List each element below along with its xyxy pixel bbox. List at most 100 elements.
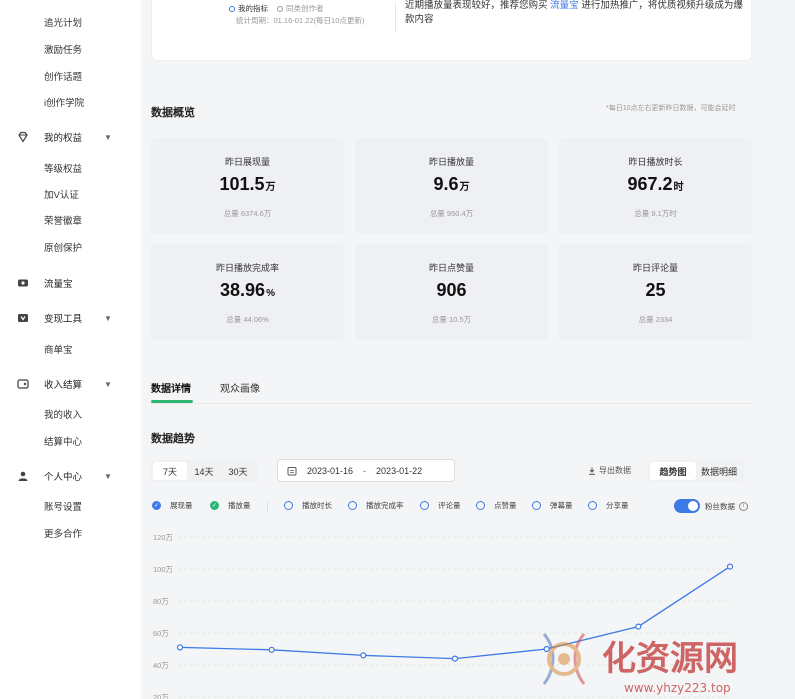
sidebar-item-academy[interactable]: i创作学院: [44, 95, 84, 109]
sidebar-item-topics[interactable]: 创作话题: [44, 69, 82, 83]
option-peer[interactable]: 同类创作者: [277, 3, 324, 14]
metric-card-comments: 昨日评论量 25 总量 2334: [559, 244, 752, 340]
check-icon: ✓: [152, 501, 161, 510]
metric-unit: 时: [673, 182, 684, 193]
metric-card-duration: 昨日播放时长 967.2时 总量 9.1万时: [559, 138, 752, 234]
metric-number: 38.96: [220, 280, 266, 300]
toggle-label: 展现量: [170, 501, 193, 510]
sidebar-item-more[interactable]: 更多合作: [44, 526, 82, 540]
metric-label: 昨日点赞量: [428, 263, 474, 273]
active-tab-indicator: [151, 400, 193, 403]
view-detail-button[interactable]: 数据明细: [696, 462, 742, 480]
caret-down-icon: ▼: [104, 471, 112, 481]
metric-value: 967.2时: [559, 174, 752, 195]
y-tick-label: 80万: [153, 597, 169, 606]
sidebar-item-my-income[interactable]: 我的收入: [44, 407, 82, 421]
metric-total: 总量 10.5万: [431, 315, 472, 324]
sidebar-group-label: 收入结算: [44, 380, 83, 391]
metric-number: 101.5: [219, 174, 265, 194]
sidebar-item-account[interactable]: 账号设置: [44, 499, 82, 513]
sidebar-item-orders[interactable]: 商单宝: [44, 342, 73, 356]
metric-number: 906: [436, 280, 467, 300]
sidebar-group-traffic[interactable]: 流量宝: [16, 276, 73, 290]
toggle-comments[interactable]: 评论量: [420, 500, 461, 511]
sidebar-item-incentive[interactable]: 激励任务: [44, 42, 82, 56]
data-point[interactable]: [176, 644, 184, 651]
toggle-impressions[interactable]: ✓ 展现量: [152, 500, 193, 511]
sidebar-item-badge[interactable]: 荣誉徽章: [44, 213, 82, 227]
export-button[interactable]: 导出数据: [588, 465, 631, 476]
metric-total: 总量 6374.6万: [223, 209, 272, 218]
tab-details[interactable]: 数据详情: [151, 380, 191, 395]
sidebar-item-verify[interactable]: 加V认证: [44, 187, 79, 201]
sidebar-group-income[interactable]: 收入结算 ▼: [16, 377, 112, 391]
tip-text: 近期播放量表现较好，推荐您购买 流量宝 进行加热推广，将优质视频升级成为爆款内容: [405, 0, 745, 27]
trend-title: 数据趋势: [151, 433, 195, 445]
metric-total: 总量 950.4万: [429, 209, 474, 218]
toggle-completion[interactable]: 播放完成率: [348, 500, 404, 511]
date-range-picker[interactable]: 2023-01-16 - 2023-01-22: [277, 459, 455, 482]
option-mine[interactable]: 我的指标: [229, 3, 268, 14]
range-7d-button[interactable]: 7天: [153, 462, 187, 480]
fan-data-toggle: 粉丝数据 i: [674, 499, 748, 513]
wallet-icon: [16, 378, 29, 391]
data-point[interactable]: [726, 563, 734, 570]
calendar-icon: [287, 466, 297, 476]
metric-label: 昨日展现量: [224, 157, 270, 167]
toggle-separator: [267, 501, 268, 511]
sidebar-item-level[interactable]: 等级权益: [44, 161, 82, 175]
caret-down-icon: ▼: [104, 379, 112, 389]
info-icon[interactable]: i: [739, 501, 748, 511]
metric-card-likes: 昨日点赞量 906 总量 10.5万: [355, 244, 548, 340]
view-selector: 趋势图 数据明细: [648, 460, 744, 482]
sidebar-item-original[interactable]: 原创保护: [44, 240, 82, 254]
toggle-plays[interactable]: ✓ 播放量: [210, 500, 251, 511]
sidebar-group-personal[interactable]: 个人中心 ▼: [16, 469, 112, 483]
metric-total: 总量 44.06%: [226, 315, 269, 324]
tab-audience[interactable]: 观众画像: [220, 380, 260, 395]
range-selector: 7天 14天 30天: [151, 460, 257, 482]
metric-value: 101.5万: [151, 174, 344, 195]
sidebar: 追光计划 激励任务 创作话题 i创作学院 我的权益 ▼ 等级权益 加V认证 荣誉…: [0, 0, 141, 699]
range-30d-button[interactable]: 30天: [221, 462, 255, 480]
data-point[interactable]: [268, 646, 275, 653]
circle-icon: [420, 501, 429, 510]
circle-icon: [348, 501, 357, 510]
date-separator: -: [363, 465, 367, 476]
traffic-link[interactable]: 流量宝: [550, 0, 579, 11]
wallet-v-icon: [16, 312, 29, 325]
fan-data-label: 粉丝数据: [705, 501, 735, 511]
toggle-label: 播放量: [228, 501, 251, 510]
metric-label: 昨日播放量: [428, 157, 474, 167]
metric-label: 昨日播放完成率: [215, 263, 279, 273]
toggle-likes[interactable]: 点赞量: [476, 500, 517, 511]
toggle-label: 分享量: [606, 501, 629, 510]
fan-data-switch[interactable]: [674, 499, 700, 513]
export-label: 导出数据: [599, 466, 631, 475]
view-trend-button[interactable]: 趋势图: [650, 462, 696, 480]
ticket-icon: [16, 277, 29, 290]
sidebar-item-settlement[interactable]: 结算中心: [44, 434, 82, 448]
metric-card-plays: 昨日播放量 9.6万 总量 950.4万: [355, 138, 548, 234]
metric-unit: 万: [265, 182, 276, 193]
metric-total: 总量 9.1万时: [634, 209, 677, 218]
sidebar-group-label: 我的权益: [44, 133, 83, 144]
sidebar-group-monetize[interactable]: 变现工具 ▼: [16, 311, 112, 325]
toggle-danmaku[interactable]: 弹幕量: [532, 500, 573, 511]
watermark-url: www.yhzy223.top: [624, 681, 731, 695]
metric-card-completion: 昨日播放完成率 38.96% 总量 44.06%: [151, 244, 344, 340]
date-end: 2023-01-22: [376, 465, 423, 476]
toggle-shares[interactable]: 分享量: [588, 500, 629, 511]
stat-period: 统计周期：01.16-01.22(每日10点更新): [236, 16, 365, 25]
range-14d-button[interactable]: 14天: [187, 462, 221, 480]
data-point[interactable]: [451, 655, 459, 662]
overview-note: *每日10点左右更新昨日数据，可能会延时: [606, 105, 736, 112]
metric-value: 9.6万: [355, 174, 548, 195]
toggle-duration[interactable]: 播放时长: [284, 500, 332, 511]
circle-icon: [476, 501, 485, 510]
metric-unit: 万: [459, 182, 470, 193]
y-tick-label: 60万: [153, 629, 169, 638]
sidebar-group-rights[interactable]: 我的权益 ▼: [16, 130, 112, 144]
sidebar-item-zhuiguang[interactable]: 追光计划: [44, 15, 82, 29]
data-point[interactable]: [360, 652, 367, 659]
